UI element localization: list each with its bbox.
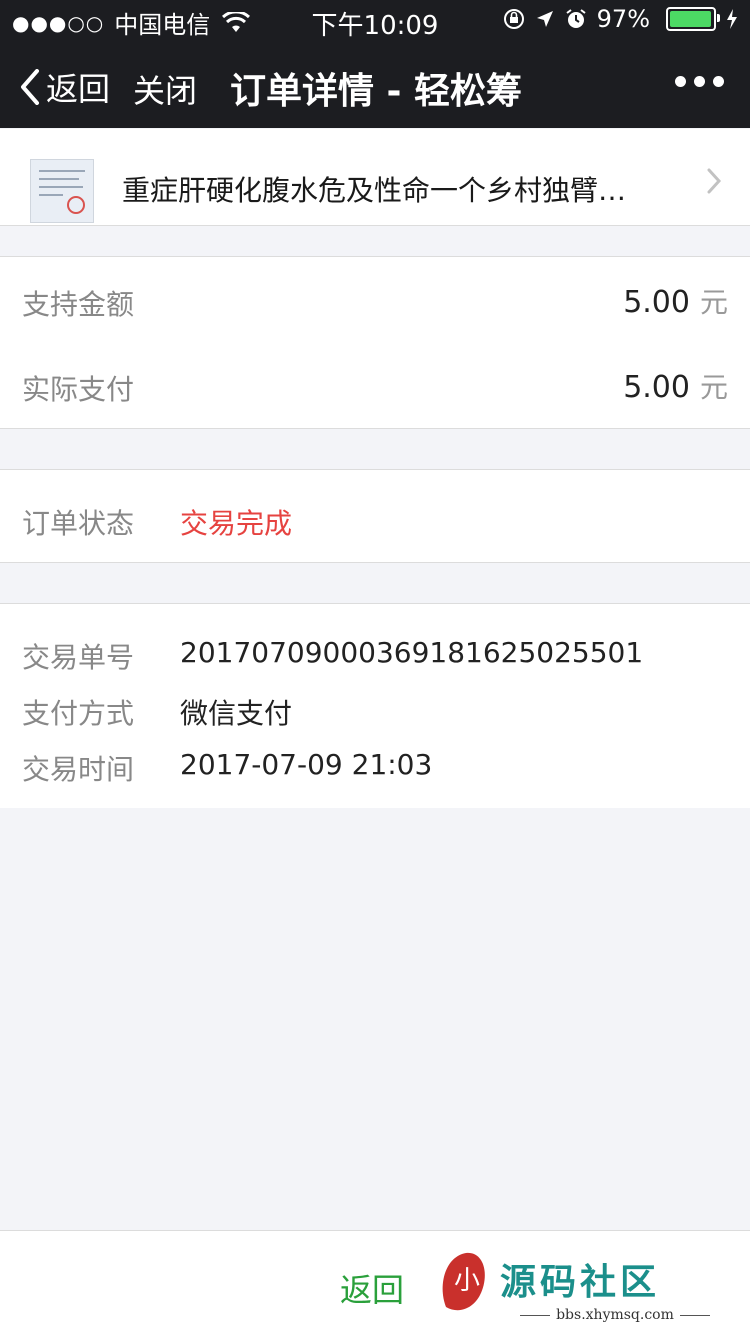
thumb-line: [39, 186, 83, 188]
more-dot: [694, 76, 705, 87]
support-amount-value: 5.00 元: [623, 281, 728, 321]
project-thumbnail: [30, 159, 94, 223]
rotation-lock-icon: [503, 9, 524, 29]
chevron-right-icon: [707, 168, 722, 194]
watermark-text: 源码社区: [500, 1261, 661, 1303]
support-amount-label: 支持金额: [22, 288, 135, 321]
transaction-time-row: 交易时间 2017-07-09 21:03: [0, 748, 750, 788]
transaction-number-row: 交易单号 20170709000369181625025501: [0, 636, 750, 676]
order-status-label: 订单状态: [22, 507, 135, 540]
battery-fill: [670, 11, 711, 27]
transaction-number-label: 交易单号: [22, 641, 135, 674]
actual-payment-row: 实际支付 5.00 元: [0, 342, 750, 429]
close-button[interactable]: 关闭: [133, 66, 197, 112]
nav-bar: 返回 关闭 订单详情 - 轻松筹: [0, 40, 750, 128]
actual-payment-number: 5.00: [623, 370, 690, 405]
transaction-info-card: 交易单号 20170709000369181625025501 支付方式 微信支…: [0, 603, 750, 808]
transaction-time-value: 2017-07-09 21:03: [180, 748, 433, 781]
thumb-line: [39, 178, 79, 180]
transaction-time-label: 交易时间: [22, 753, 135, 786]
project-link[interactable]: 重症肝硬化腹水危及性命一个乡村独臂…: [0, 129, 750, 226]
more-menu-button[interactable]: [675, 76, 724, 87]
actual-payment-value: 5.00 元: [623, 366, 728, 406]
more-dot: [675, 76, 686, 87]
watermark-url: bbs.xhymsq.com: [500, 1307, 730, 1323]
transaction-number-value: 20170709000369181625025501: [180, 636, 644, 669]
more-dot: [713, 76, 724, 87]
chevron-left-icon: [21, 69, 39, 105]
watermark-logo: 小: [442, 1252, 485, 1311]
thumb-line: [39, 170, 85, 172]
top-bar: ●●●○○ 中国电信 下午10:09 97% 返回 关闭 订单详情 - 轻松筹: [0, 0, 750, 128]
thumb-line: [39, 194, 63, 196]
order-status-card: 订单状态 交易完成: [0, 469, 750, 563]
battery-percent: 97%: [596, 5, 650, 33]
alarm-icon: [566, 9, 586, 28]
project-title: 重症肝硬化腹水危及性命一个乡村独臂…: [122, 174, 627, 207]
status-right: 97%: [503, 5, 738, 33]
page-title: 订单详情 - 轻松筹: [230, 71, 523, 112]
battery-icon: [666, 7, 720, 31]
return-button[interactable]: 返回: [340, 1265, 404, 1311]
location-arrow-icon: [536, 11, 553, 27]
payment-method-value: 微信支付: [180, 697, 293, 730]
support-amount-row: 支持金额 5.00 元: [0, 256, 750, 344]
back-label: 返回: [46, 70, 111, 108]
payment-method-label: 支付方式: [22, 697, 135, 730]
payment-method-row: 支付方式 微信支付: [0, 692, 750, 732]
actual-payment-label: 实际支付: [22, 373, 135, 406]
support-amount-number: 5.00: [623, 285, 690, 320]
currency-unit: 元: [699, 371, 728, 404]
currency-unit: 元: [699, 286, 728, 319]
thumb-stamp: [67, 196, 85, 214]
watermark-logo-text: 小: [454, 1266, 480, 1296]
back-button[interactable]: 返回: [20, 64, 110, 110]
order-status-value: 交易完成: [180, 507, 293, 540]
battery-nub: [717, 14, 720, 22]
bottom-bar: 返回 小 源码社区 bbs.xhymsq.com: [0, 1230, 750, 1335]
status-bar: ●●●○○ 中国电信 下午10:09 97%: [0, 0, 750, 41]
charging-bolt-icon: [727, 9, 737, 29]
watermark: 小 源码社区 bbs.xhymsq.com: [436, 1247, 736, 1331]
